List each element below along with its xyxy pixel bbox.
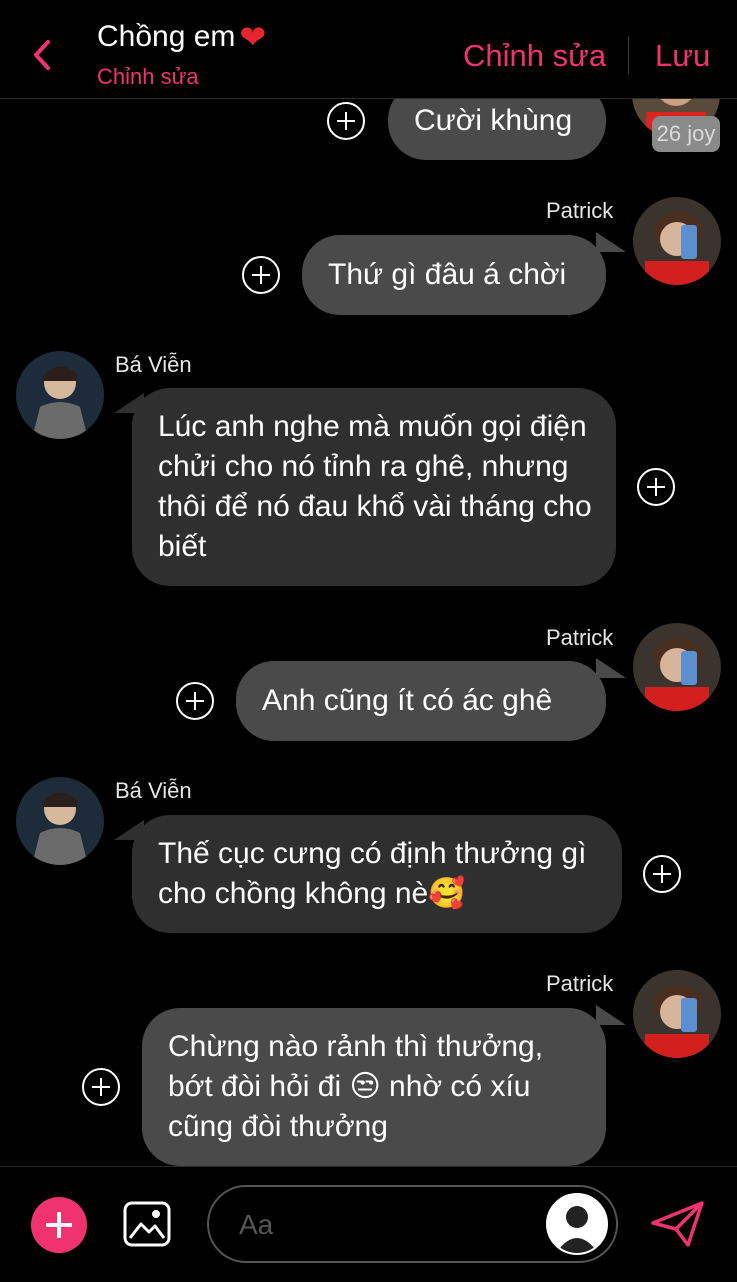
avatar-patrick[interactable]	[633, 623, 721, 711]
edit-button[interactable]: Chỉnh sửa	[463, 38, 606, 74]
avatar-ba-vien[interactable]	[16, 777, 104, 865]
message-text: Cười khùng	[414, 104, 573, 137]
message-bubble[interactable]: Chừng nào rảnh thì thưởng, bớt đòi hỏi đ…	[142, 1008, 606, 1166]
message-bubble[interactable]: Anh cũng ít có ác ghê	[236, 661, 606, 741]
react-add-icon[interactable]	[637, 468, 675, 506]
message-input[interactable]: Aa	[207, 1185, 618, 1263]
message-text: Thế cục cưng có định thưởng gì cho chồng…	[158, 837, 587, 910]
back-chevron-icon[interactable]	[28, 38, 58, 72]
message-input-placeholder: Aa	[239, 1209, 274, 1240]
message-bubble[interactable]: Thế cục cưng có định thưởng gì cho chồng…	[132, 815, 622, 933]
image-icon[interactable]	[122, 1200, 172, 1248]
persona-avatar-icon[interactable]	[546, 1193, 608, 1255]
react-add-icon[interactable]	[176, 682, 214, 720]
composer-bar: Aa	[0, 1166, 737, 1282]
avatar-patrick[interactable]	[633, 970, 721, 1058]
save-button[interactable]: Lưu	[655, 38, 710, 74]
chat-subtitle: Chỉnh sửa	[97, 64, 199, 89]
react-add-icon[interactable]	[643, 855, 681, 893]
message-list[interactable]: Cười khùng 26 joy Patrick Thứ gì đâu á c…	[0, 0, 737, 1166]
sender-name: Bá Viễn	[115, 352, 192, 377]
sender-name: Bá Viễn	[115, 778, 192, 803]
chat-title-block[interactable]: Chồng em ❤ Chỉnh sửa	[97, 18, 266, 90]
react-add-icon[interactable]	[327, 102, 365, 140]
react-add-icon[interactable]	[242, 256, 280, 294]
bubble-tail	[596, 1005, 626, 1025]
message-text: Chừng nào rảnh thì thưởng, bớt đòi hỏi đ…	[168, 1030, 544, 1143]
add-attachment-button[interactable]	[31, 1197, 87, 1253]
sender-name: Patrick	[546, 198, 614, 223]
bubble-tail	[596, 658, 626, 678]
react-add-icon[interactable]	[82, 1068, 120, 1106]
avatar-patrick[interactable]	[633, 197, 721, 285]
message-text: Anh cũng ít có ác ghê	[262, 684, 553, 717]
header-divider	[628, 36, 629, 74]
sender-name: Patrick	[546, 625, 614, 650]
heart-icon: ❤	[239, 19, 267, 55]
message-bubble[interactable]: Thứ gì đâu á chời	[302, 235, 606, 315]
bubble-tail	[596, 232, 626, 252]
chat-title: Chồng em ❤	[97, 18, 266, 56]
sender-name: Patrick	[546, 971, 614, 996]
chat-title-text: Chồng em	[97, 20, 236, 53]
avatar-ba-vien[interactable]	[16, 351, 104, 439]
message-bubble[interactable]: Lúc anh nghe mà muốn gọi điện chửi cho n…	[132, 388, 616, 586]
chat-header: Chồng em ❤ Chỉnh sửa Chỉnh sửa Lưu	[0, 0, 737, 99]
message-text: Lúc anh nghe mà muốn gọi điện chửi cho n…	[158, 410, 592, 563]
reaction-badge: 26 joy	[652, 116, 720, 152]
message-text: Thứ gì đâu á chời	[328, 258, 567, 291]
send-icon[interactable]	[650, 1199, 706, 1249]
